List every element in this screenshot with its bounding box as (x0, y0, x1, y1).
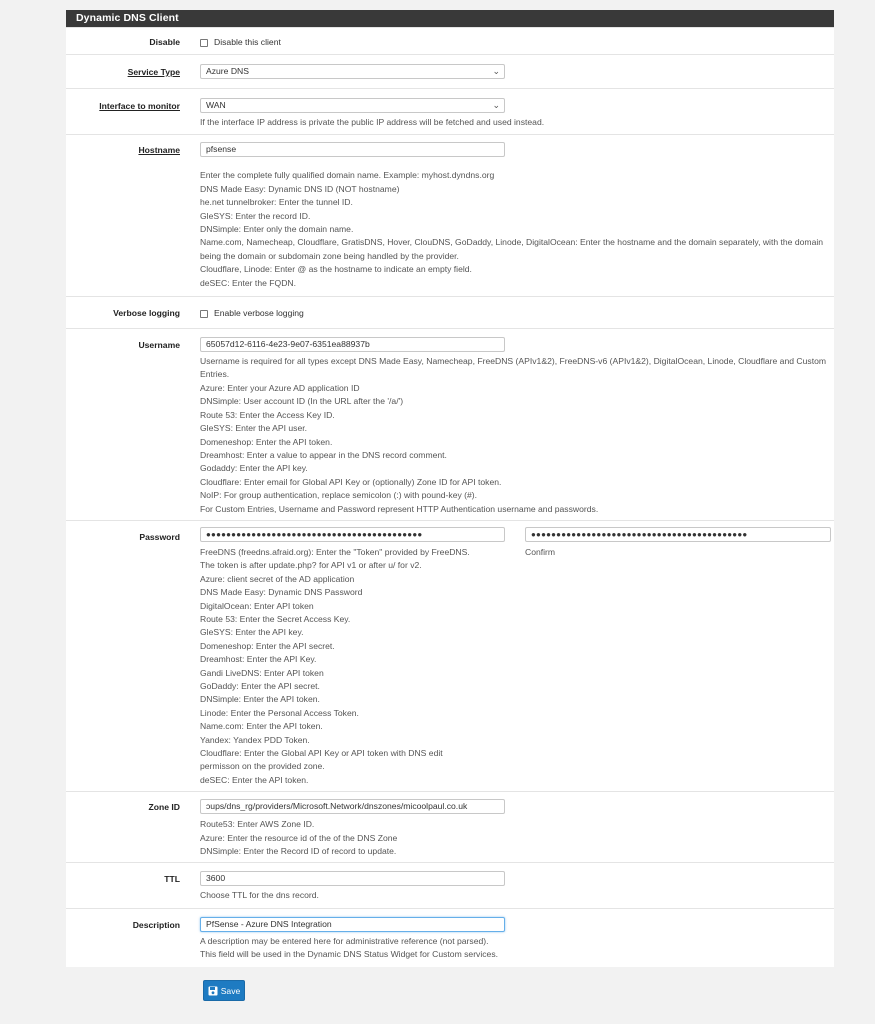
ttl-label: TTL (164, 874, 180, 885)
verbose-checkbox[interactable] (200, 309, 208, 318)
row-verbose: Verbose logging Enable verbose logging (66, 296, 834, 328)
row-description: Description PfSense - Azure DNS Integrat… (66, 907, 834, 967)
hostname-input[interactable]: pfsense (200, 142, 505, 158)
panel-title: Dynamic DNS Client (66, 10, 834, 27)
interface-help: If the interface IP address is private t… (200, 117, 545, 127)
row-ttl: TTL 3600 Choose TTL for the dns record. (66, 862, 834, 907)
password-help: FreeDNS (freedns.afraid.org): Enter the … (200, 546, 470, 785)
save-button-label: Save (220, 985, 241, 996)
zone-id-input[interactable]: ɔups/dns_rg/providers/Microsoft.Network/… (200, 799, 505, 815)
row-interface: Interface to monitor WAN ⌄ If the interf… (66, 88, 834, 134)
password-confirm-label: Confirm (525, 546, 556, 557)
hostname-label: Hostname (138, 145, 180, 156)
verbose-checkbox-label: Enable verbose logging (214, 308, 304, 319)
username-input[interactable]: 65057d12-6116-4e23-9e07-6351ea88937b (200, 337, 505, 353)
password-confirm-input[interactable]: ●●●●●●●●●●●●●●●●●●●●●●●●●●●●●●●●●●●●●●●●… (525, 526, 831, 542)
service-type-select[interactable]: Azure DNS ⌄ (200, 64, 505, 79)
service-type-label: Service Type (127, 67, 180, 77)
row-service-type: Service Type Azure DNS ⌄ (66, 54, 834, 88)
disable-label: Disable (149, 37, 180, 47)
interface-label: Interface to monitor (99, 101, 180, 111)
ddns-client-panel: Dynamic DNS Client Disable Disable this … (66, 10, 834, 967)
description-help: A description may be entered here for ad… (200, 935, 499, 960)
chevron-down-icon: ⌄ (492, 100, 500, 110)
disable-checkbox[interactable] (200, 38, 208, 47)
disable-checkbox-wrap[interactable]: Disable this client (200, 34, 830, 49)
password-label: Password (139, 531, 180, 542)
service-type-value: Azure DNS (206, 66, 249, 76)
zone-id-help: Route53: Enter AWS Zone ID. Azure: Enter… (200, 819, 398, 857)
ttl-input[interactable]: 3600 (200, 871, 505, 887)
hostname-help: Enter the complete fully qualified domai… (200, 170, 824, 288)
username-help: Username is required for all types excep… (200, 356, 827, 514)
verbose-checkbox-wrap[interactable]: Enable verbose logging (200, 305, 830, 320)
row-hostname: Hostname pfsense Enter the complete full… (66, 134, 834, 296)
password-input[interactable]: ●●●●●●●●●●●●●●●●●●●●●●●●●●●●●●●●●●●●●●●●… (200, 526, 505, 542)
row-disable: Disable Disable this client (66, 27, 834, 54)
save-button[interactable]: Save (203, 980, 245, 1001)
verbose-label: Verbose logging (113, 308, 180, 319)
ttl-help: Choose TTL for the dns record. (200, 890, 319, 901)
save-icon (208, 986, 218, 996)
disable-checkbox-label: Disable this client (214, 37, 281, 47)
row-username: Username 65057d12-6116-4e23-9e07-6351ea8… (66, 328, 834, 520)
interface-value: WAN (206, 100, 226, 110)
chevron-down-icon: ⌄ (492, 66, 500, 76)
username-label: Username (138, 340, 180, 351)
row-zone-id: Zone ID ɔups/dns_rg/providers/Microsoft.… (66, 791, 834, 862)
description-input[interactable]: PfSense - Azure DNS Integration (200, 916, 505, 932)
zone-id-label: Zone ID (148, 802, 180, 813)
description-label: Description (132, 919, 180, 930)
row-password: Password ●●●●●●●●●●●●●●●●●●●●●●●●●●●●●●●… (66, 519, 834, 791)
interface-select[interactable]: WAN ⌄ (200, 98, 505, 113)
